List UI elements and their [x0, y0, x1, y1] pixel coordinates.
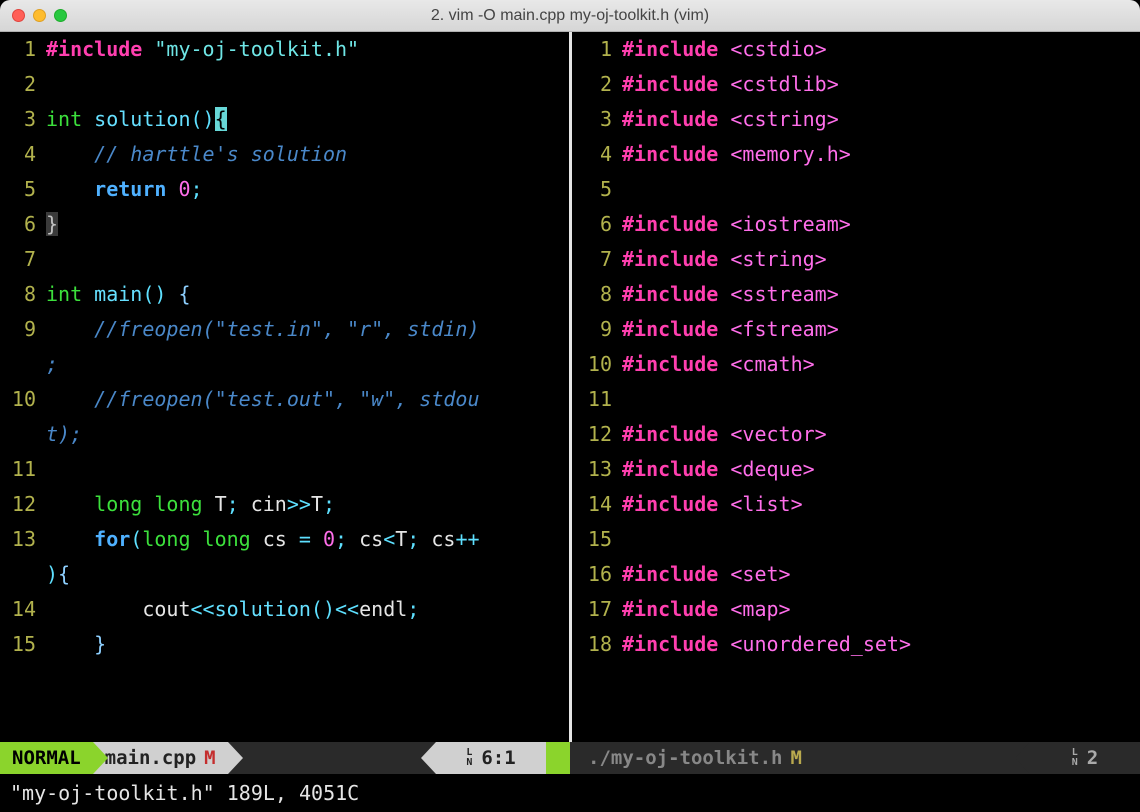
position-value: 6:1 [481, 747, 515, 769]
left-pane[interactable]: 123456789 10 111213 1415 #include "my-oj… [0, 32, 564, 742]
editor-area[interactable]: 123456789 10 111213 1415 #include "my-oj… [0, 32, 1140, 742]
file-label: main.cpp [105, 747, 197, 769]
modified-flag: M [204, 747, 215, 769]
statusbar-mid-left [228, 742, 436, 774]
titlebar[interactable]: 2. vim -O main.cpp my-oj-toolkit.h (vim) [0, 0, 1140, 32]
command-line[interactable]: "my-oj-toolkit.h" 189L, 4051C [0, 774, 1140, 812]
file-name-right: ./my-oj-toolkit.h M [570, 742, 1030, 774]
vertical-split[interactable] [564, 32, 576, 742]
cursor-position-left: LN 6:1 [436, 742, 546, 774]
ln-icon: LN [1072, 748, 1077, 768]
right-pane[interactable]: 123456789101112131415161718 #include <cs… [576, 32, 1140, 742]
code-left[interactable]: #include "my-oj-toolkit.h" int solution(… [46, 32, 564, 742]
file-name-left: main.cpp M [93, 742, 228, 774]
modified-flag: M [790, 747, 801, 769]
cursor-position-right: LN 2 [1030, 742, 1140, 774]
file-label: ./my-oj-toolkit.h [588, 747, 782, 769]
line-number-gutter-right: 123456789101112131415161718 [576, 32, 622, 742]
window-title: 2. vim -O main.cpp my-oj-toolkit.h (vim) [0, 7, 1140, 25]
line-number-gutter-left: 123456789 10 111213 1415 [0, 32, 46, 742]
ln-icon: LN [466, 748, 471, 768]
position-value: 2 [1087, 747, 1098, 769]
statusbars: NORMAL main.cpp M LN 6:1 ./my-oj-toolkit… [0, 742, 1140, 774]
statusbar-right: ./my-oj-toolkit.h M LN 2 [570, 742, 1140, 774]
statusbar-end-left [546, 742, 570, 774]
code-right[interactable]: #include <cstdio>#include <cstdlib>#incl… [622, 32, 1140, 742]
statusbar-left: NORMAL main.cpp M LN 6:1 [0, 742, 570, 774]
command-line-text: "my-oj-toolkit.h" 189L, 4051C [10, 781, 359, 805]
mode-indicator: NORMAL [0, 742, 93, 774]
